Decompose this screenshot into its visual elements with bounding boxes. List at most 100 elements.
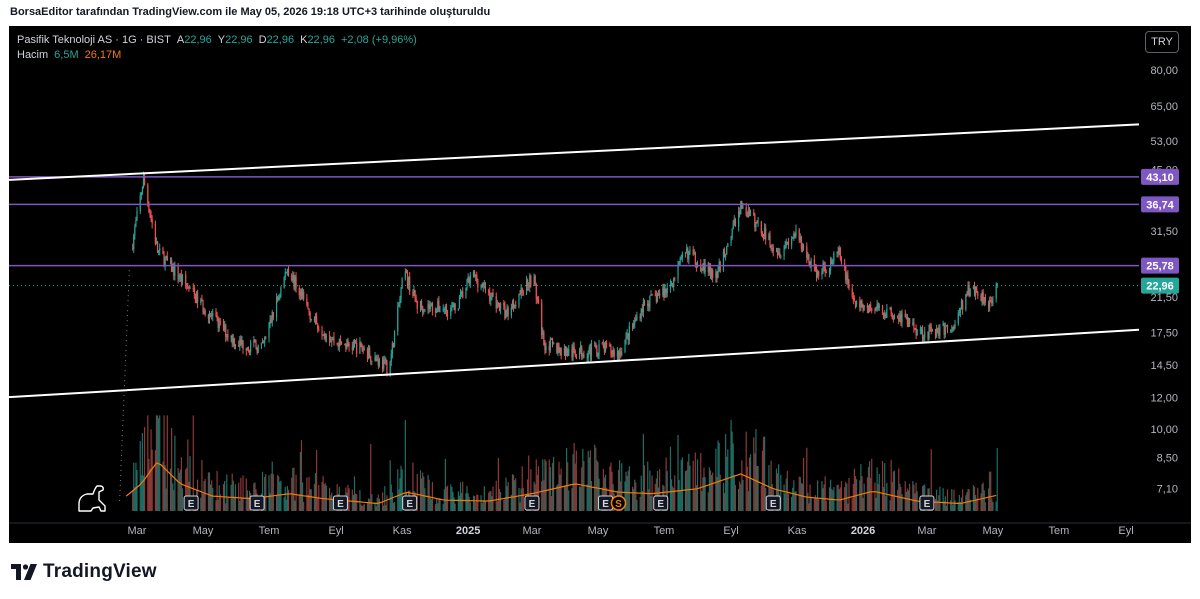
- candle-body: [639, 316, 641, 319]
- chart-panel[interactable]: 80,0065,0053,0045,0031,5021,5017,5014,50…: [9, 26, 1191, 543]
- volume-bar: [868, 461, 871, 511]
- volume-bar: [559, 474, 561, 511]
- tradingview-logo[interactable]: TradingView: [11, 561, 157, 583]
- volume-bar: [521, 466, 523, 511]
- candle-body: [200, 299, 202, 304]
- candle-body: [548, 345, 550, 351]
- volume-bar: [595, 447, 597, 511]
- volume-bar: [461, 492, 463, 511]
- volume-bar: [589, 450, 591, 511]
- candle-body: [285, 272, 287, 274]
- volume-bar: [731, 431, 733, 511]
- volume-bar: [854, 476, 857, 511]
- volume-bar: [991, 498, 993, 511]
- candle-body: [969, 288, 971, 297]
- candle-body: [399, 298, 401, 306]
- volume-bar: [391, 492, 393, 511]
- volume-bar: [704, 477, 706, 511]
- volume-bar: [294, 500, 296, 511]
- candle-body: [512, 302, 515, 307]
- volume-bar: [741, 460, 743, 511]
- candle-body: [899, 314, 901, 322]
- volume-bar: [915, 482, 917, 511]
- candle-body: [755, 222, 757, 228]
- candle-body: [226, 334, 228, 337]
- candle-body: [294, 276, 296, 287]
- candle-body: [754, 215, 756, 228]
- candle-body: [583, 354, 585, 358]
- candle-body: [174, 266, 176, 276]
- volume-bar: [693, 488, 695, 511]
- candle-body: [549, 339, 551, 351]
- candle-body: [511, 302, 514, 308]
- price-change: +2,08 (+9,96%): [340, 34, 417, 46]
- volume-bar: [715, 448, 717, 511]
- candle-body: [943, 323, 945, 335]
- candle-body: [847, 274, 849, 284]
- candle-body: [580, 346, 582, 353]
- candle-body: [279, 294, 281, 298]
- candle-body: [293, 275, 295, 287]
- volume-bar: [908, 483, 911, 511]
- candle-body: [990, 299, 992, 302]
- volume-bar: [571, 488, 573, 511]
- chart-canvas[interactable]: 80,0065,0053,0045,0031,5021,5017,5014,50…: [9, 26, 1191, 543]
- candle-body: [662, 288, 664, 296]
- volume-bar: [848, 478, 850, 511]
- candle-body: [404, 271, 406, 279]
- candle-body: [515, 305, 517, 307]
- candle-body: [817, 271, 819, 278]
- ohlc-high-label: Y: [217, 34, 226, 46]
- volume-bar: [503, 500, 505, 511]
- candle-body: [761, 233, 764, 237]
- candle-body: [204, 310, 206, 315]
- candle-body: [400, 288, 402, 299]
- volume-label[interactable]: Hacim: [17, 49, 48, 61]
- volume-bar: [293, 467, 295, 511]
- y-tick-label: 8,50: [1157, 452, 1178, 464]
- candle-body: [785, 241, 787, 246]
- candle-body: [189, 287, 191, 289]
- volume-bar: [286, 485, 289, 511]
- volume-bar: [133, 462, 135, 511]
- candle-body: [482, 283, 484, 287]
- volume-bar: [453, 497, 455, 511]
- candle-body: [930, 326, 932, 332]
- candle-body: [832, 261, 834, 265]
- volume-bar: [548, 459, 550, 511]
- volume-bar: [429, 497, 431, 511]
- candle-body: [581, 346, 583, 357]
- candle-body: [187, 286, 189, 288]
- volume-bar: [636, 499, 638, 511]
- volume-bar: [626, 475, 628, 511]
- candle-body: [833, 253, 835, 262]
- candle-body: [193, 288, 195, 295]
- volume-bar: [980, 493, 982, 511]
- candle-body: [352, 344, 355, 350]
- volume-bar: [701, 491, 703, 511]
- candle-body: [533, 275, 535, 285]
- candle-body: [398, 305, 400, 307]
- volume-bar: [209, 484, 212, 511]
- volume-bar: [572, 454, 574, 511]
- candle-body: [225, 325, 227, 337]
- candle-body: [836, 251, 838, 254]
- candle-body: [465, 287, 467, 298]
- candle-body: [246, 348, 248, 351]
- currency-button[interactable]: TRY: [1145, 31, 1179, 53]
- candle-body: [247, 348, 250, 351]
- candle-body: [169, 260, 172, 262]
- volume-bar: [227, 497, 229, 511]
- volume-bar: [832, 490, 834, 511]
- candle-body: [655, 295, 657, 302]
- volume-bar: [203, 480, 205, 511]
- candle-body: [188, 287, 190, 289]
- symbol-title[interactable]: Pasifik Teknoloji AS · 1G · BIST: [17, 34, 171, 46]
- volume-bar: [588, 457, 590, 511]
- candle-body: [984, 297, 986, 303]
- volume-bar: [877, 484, 879, 511]
- candle-body: [647, 303, 649, 306]
- candle-body: [966, 294, 968, 296]
- volume-bar: [446, 485, 449, 511]
- candle-body: [587, 351, 589, 358]
